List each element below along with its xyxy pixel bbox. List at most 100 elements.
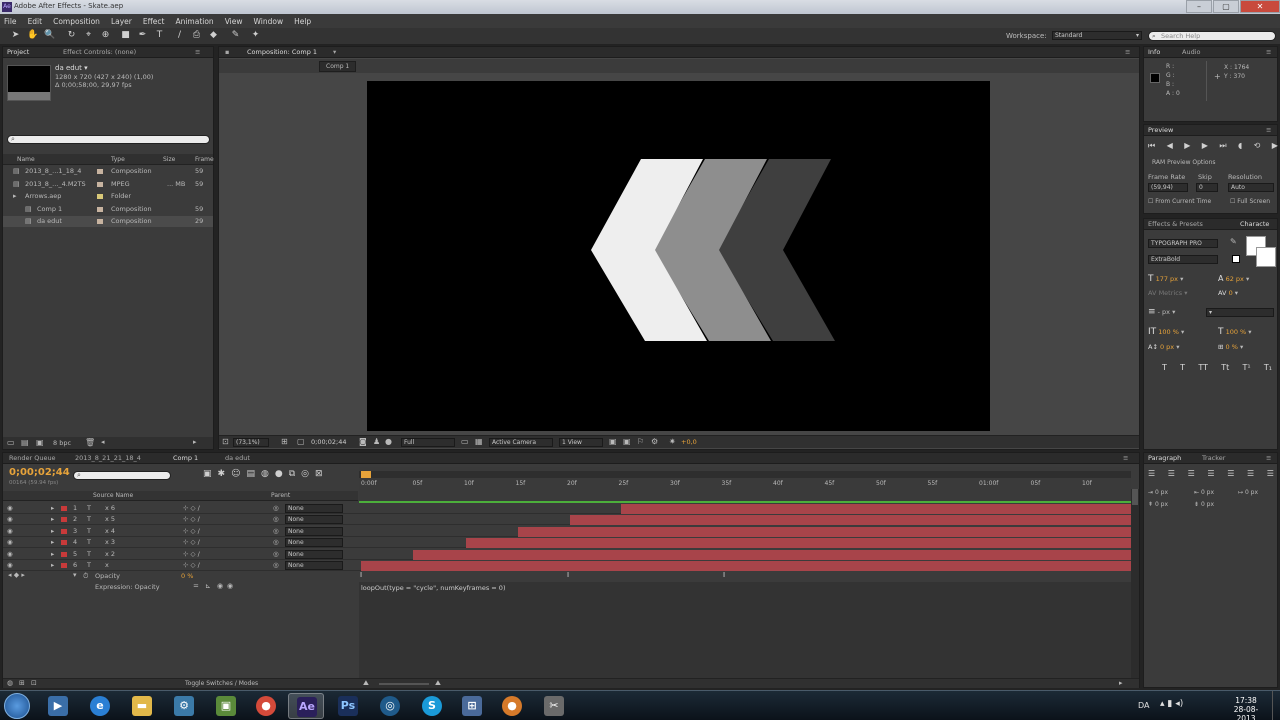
- stroke-value[interactable]: - px: [1158, 308, 1170, 316]
- new-comp-icon[interactable]: ▣: [36, 438, 44, 447]
- baseline-value[interactable]: 0 px: [1160, 343, 1174, 351]
- scroll-right-icon[interactable]: ▸: [193, 438, 197, 446]
- panel-menu-icon[interactable]: ≡: [195, 48, 200, 56]
- keyframe-marker[interactable]: I: [360, 571, 362, 579]
- timeline-icon[interactable]: ⚐: [637, 437, 644, 446]
- frame-rate-select[interactable]: (59,94): [1148, 183, 1188, 192]
- tab-timeline-da-edut[interactable]: da edut: [225, 454, 250, 462]
- label-color-swatch[interactable]: [97, 194, 103, 199]
- expression-enable-icon[interactable]: =: [193, 582, 199, 590]
- keyframe-marker[interactable]: I: [567, 571, 569, 579]
- expand-triangle-icon[interactable]: ▸: [51, 503, 54, 514]
- layer-row[interactable]: ◉ ▸ 3 Tx 4 ⊹ ◇ / ◎ None: [3, 526, 1131, 537]
- project-item[interactable]: ▤ 2013_8_...1_18_4 Composition 59: [3, 166, 213, 177]
- skip-select[interactable]: 0: [1196, 183, 1218, 192]
- align-left-icon[interactable]: ☰: [1148, 469, 1155, 478]
- all-caps-button[interactable]: TT: [1198, 363, 1208, 372]
- expand-triangle-icon[interactable]: ▸: [51, 537, 54, 548]
- always-preview-icon[interactable]: ⊡: [222, 437, 229, 446]
- work-area-bar[interactable]: [359, 471, 1131, 478]
- expand-triangle-icon[interactable]: ▸: [51, 549, 54, 560]
- toggle-switches-modes-button[interactable]: Toggle Switches / Modes: [185, 680, 258, 687]
- panel-menu-icon[interactable]: ≡: [1125, 48, 1130, 56]
- stroke-color-swatch[interactable]: [1256, 247, 1276, 267]
- menu-effect[interactable]: Effect: [143, 17, 165, 26]
- visibility-eye-icon[interactable]: ◉: [7, 560, 13, 571]
- new-folder-icon[interactable]: ▤: [21, 438, 29, 447]
- leading-value[interactable]: 62 px: [1226, 275, 1244, 283]
- parent-pickwhip-icon[interactable]: ◎: [273, 526, 279, 537]
- from-current-time-checkbox[interactable]: ☐ From Current Time: [1148, 198, 1211, 205]
- layer-name[interactable]: x 4: [105, 526, 115, 537]
- parent-dropdown[interactable]: None: [285, 538, 343, 548]
- layer-label-color[interactable]: [61, 517, 67, 523]
- rotate-tool-icon[interactable]: ↻: [66, 30, 77, 41]
- comp-timecode[interactable]: 0;00;02;44: [311, 438, 347, 446]
- shy-icon[interactable]: ☺: [231, 469, 240, 483]
- timeline-timecode[interactable]: 0;00;02;44: [9, 467, 70, 478]
- close-button[interactable]: ✕: [1240, 0, 1280, 13]
- transparency-grid-icon[interactable]: ▦: [475, 437, 483, 446]
- layer-label-color[interactable]: [61, 528, 67, 534]
- show-desktop-button[interactable]: [1272, 691, 1280, 720]
- layer-duration-bar[interactable]: [621, 504, 1131, 514]
- layer-label-color[interactable]: [61, 506, 67, 511]
- close-tab-icon[interactable]: ▾: [333, 48, 336, 56]
- snapshot-timeline-icon[interactable]: ⊠: [315, 469, 323, 483]
- visibility-eye-icon[interactable]: ◉: [7, 503, 13, 514]
- resolution-dropdown[interactable]: Full: [401, 438, 455, 447]
- align-right-icon[interactable]: ☰: [1188, 469, 1195, 478]
- taskbar-app-blue[interactable]: ◎: [372, 693, 408, 719]
- project-item[interactable]: ▤ da edut Composition 29: [3, 216, 213, 227]
- taskbar-ie[interactable]: e: [82, 693, 118, 719]
- column-source-name[interactable]: Source Name: [93, 492, 133, 499]
- taskbar-explorer[interactable]: ▬: [124, 693, 160, 719]
- network-tray-icon[interactable]: ▮: [1167, 699, 1172, 709]
- layer-switches[interactable]: ⊹ ◇ /: [183, 514, 200, 525]
- column-name[interactable]: Name: [17, 156, 35, 163]
- taskbar-network[interactable]: ⚙: [166, 693, 202, 719]
- next-frame-icon[interactable]: ▶: [1202, 141, 1208, 151]
- motion-blur-icon[interactable]: ◍: [261, 469, 269, 483]
- parent-dropdown[interactable]: None: [285, 561, 343, 570]
- workspace-dropdown[interactable]: Standard ▾: [1052, 31, 1142, 40]
- taskbar-photoshop[interactable]: Ps: [330, 693, 366, 719]
- timeline-search-input[interactable]: ⌕: [73, 471, 171, 480]
- eyedropper-icon[interactable]: ✎: [1230, 237, 1237, 246]
- space-before-value[interactable]: 0 px: [1155, 501, 1168, 508]
- layer-label-color[interactable]: [61, 540, 67, 546]
- indent-right-value[interactable]: 0 px: [1201, 489, 1214, 496]
- panel-menu-icon[interactable]: ≡: [1266, 48, 1271, 56]
- stopwatch-icon[interactable]: ⏱: [83, 572, 88, 581]
- opacity-value[interactable]: 0 %: [181, 571, 193, 582]
- minimize-button[interactable]: –: [1186, 0, 1212, 13]
- menu-edit[interactable]: Edit: [28, 17, 43, 26]
- justify-all-icon[interactable]: ☰: [1267, 469, 1274, 478]
- tab-character[interactable]: Characte: [1240, 220, 1269, 228]
- pan-behind-tool-icon[interactable]: ⊕: [100, 30, 111, 41]
- tab-composition[interactable]: Composition: Comp 1: [247, 48, 317, 56]
- frame-blend-icon[interactable]: ▤: [246, 469, 255, 483]
- column-frame[interactable]: Frame: [195, 156, 214, 163]
- panel-menu-icon[interactable]: ≡: [1123, 454, 1128, 462]
- font-style-select[interactable]: ExtraBold: [1148, 255, 1218, 264]
- mask-tool-icon[interactable]: ■: [120, 30, 131, 41]
- current-time-indicator[interactable]: [361, 471, 371, 478]
- clone-tool-icon[interactable]: ⎙: [191, 30, 202, 41]
- tab-timeline-2013[interactable]: 2013_8_21_21_18_4: [75, 454, 141, 462]
- expression-pickwhip-icon[interactable]: ◉: [217, 582, 223, 590]
- channel-icon[interactable]: ●: [385, 437, 392, 446]
- magnification-dropdown[interactable]: (73,1%): [233, 438, 269, 447]
- footer-icon[interactable]: ◍: [7, 679, 13, 687]
- expand-icon[interactable]: ▾: [73, 571, 77, 579]
- mask-visibility-icon[interactable]: ▢: [297, 437, 305, 446]
- tab-render-queue[interactable]: Render Queue: [9, 454, 56, 462]
- scroll-right-icon[interactable]: ▸: [1119, 679, 1123, 687]
- project-search-input[interactable]: ⌕: [7, 135, 210, 144]
- taskbar-app-gray[interactable]: ✂: [536, 693, 572, 719]
- small-caps-button[interactable]: Tt: [1221, 363, 1229, 372]
- menu-view[interactable]: View: [225, 17, 243, 26]
- label-color-swatch[interactable]: [97, 219, 103, 224]
- visibility-eye-icon[interactable]: ◉: [7, 526, 13, 537]
- hand-tool-icon[interactable]: ✋: [27, 30, 38, 41]
